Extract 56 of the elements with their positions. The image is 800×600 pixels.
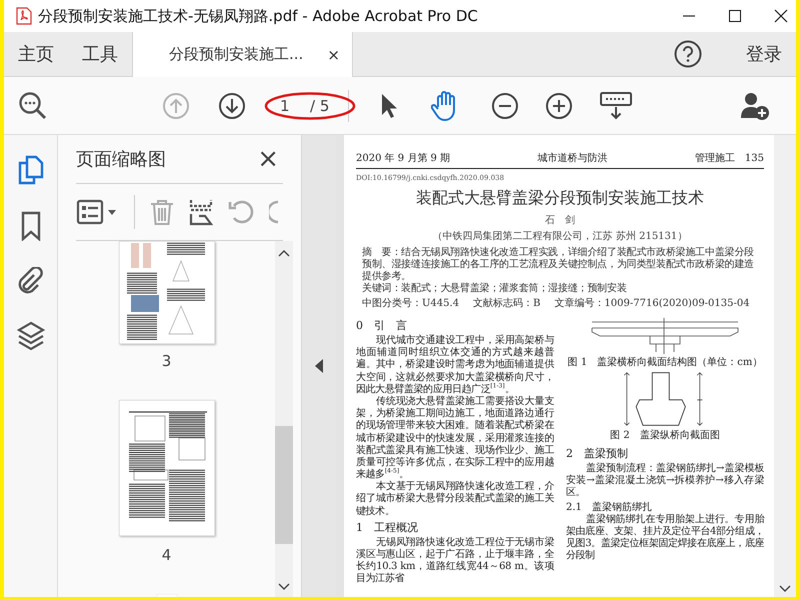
add-user-icon[interactable] — [740, 90, 770, 120]
page-number-field[interactable]: 1 — [280, 96, 302, 114]
paragraph: 盖梁预制流程：盖梁钢筋绑扎→盖梁模板安装→盖梁混凝土浇筑→拆模养护→移入存梁区。 — [566, 463, 764, 500]
zoom-in-icon[interactable] — [545, 92, 573, 120]
abstract-text: 摘 要：结合无锡凤翔路快速化改造工程实践，详细介绍了装配式市政桥梁施工中盖梁分段预制、湿接缝连接施工的各工序的工艺流程及关键控制点，为同类型装配式市政桥梁的建造提供参考。 — [361, 247, 756, 282]
bookmark-icon[interactable] — [20, 211, 42, 241]
section-heading: 2 盖梁预制 — [566, 446, 629, 461]
pages-icon[interactable] — [18, 155, 44, 185]
article-title: 装配式大悬臂盖梁分段预制安装施工技术 — [415, 188, 705, 209]
zoom-out-icon[interactable] — [491, 92, 519, 120]
insert-page-icon[interactable] — [189, 198, 213, 226]
paragraph: 传统现浇大悬臂盖梁施工需要搭设大量支架，为桥梁施工期间边施工，地面道路边通行的现场管理带来较大困难。随着装配式桥梁在城市桥梁建设中的快速发展，采用灌浆连接的装配式盖梁具有施工快速、现场作业少、施工质量可控等许多优点，在实际工程中的应用越来越多$^{[4-5]}$。 — [356, 396, 554, 480]
tab[interactable]: 工具 — [68, 32, 132, 76]
paragraph: 盖梁钢筋绑扎在专用胎架上进行。专用胎架由底座、支架、挂片及定位平台4部分组成，见图3。盖梁定位框架固定焊接在底座上，底座分段制 — [566, 514, 764, 562]
maximize-icon[interactable] — [728, 9, 742, 23]
keywords-text: 关键词：装配式；大悬臂盖梁；灌浆套筒；湿接缝；预制安装 — [361, 283, 628, 295]
keyboard-icon[interactable] — [599, 90, 633, 120]
figure-caption: 图 1 盖梁横桥向截面结构图（单位：cm） — [568, 356, 762, 369]
panel-title: 页面缩略图 — [76, 148, 166, 171]
layers-icon[interactable] — [16, 321, 44, 351]
search-icon[interactable] — [18, 90, 48, 120]
figure-caption: 图 2 盖梁纵桥向截面图 — [610, 428, 720, 442]
paragraph: 现代城市交通建设工程中，采用高架桥与地面辅道同时组织立体交通的方式越来越普遍。其中，桥梁建设时需考虑为地面辅道提供大空间，这就必然要求加大盖梁横桥向尺寸，因此大悬臂盖梁的应用日趋广泛$^{[1-3]}$。 — [356, 335, 554, 396]
collapse-arrow-icon[interactable] — [315, 359, 323, 373]
window-title: 分段预制安装施工技术-无锡凤翔路.pdf - Adobe Acrobat Pro DC — [38, 6, 478, 26]
section-heading: 0 引 言 — [356, 318, 408, 333]
sign-in-button[interactable]: 登录 — [738, 32, 796, 76]
metadata-text: 文章编号：1009-7716(2020)09-0135-04 — [554, 296, 750, 310]
scroll-down-icon[interactable] — [278, 583, 290, 591]
section-heading: 1 工程概况 — [356, 520, 419, 535]
scrollbar[interactable] — [774, 135, 796, 597]
subsection-heading: 2.1 盖梁钢筋绑扎 — [566, 500, 653, 514]
close-button[interactable]: × — [253, 144, 283, 174]
paragraph: 无锡凤翔路快速化改造工程位于无锡市梁溪区与惠山区，起于广石路，止于堰丰路，全长约10.3 km，道路红线宽44～68 m。该项目为江苏省 — [356, 536, 554, 586]
tab[interactable]: 分段预制安装施工... × — [132, 32, 353, 77]
paragraph: 本文基于无锡凤翔路快速化改造工程，介绍了城市桥梁大悬臂分段装配式盖梁的施工关键技术。 — [356, 481, 554, 518]
help-icon[interactable] — [674, 40, 702, 68]
author-name: 石 剑 — [544, 214, 576, 227]
affiliation-text: （中铁四局集团第二工程有限公司，江苏 苏州 215131） — [432, 230, 688, 243]
page-number: 4 — [162, 546, 172, 564]
page-thumbnail[interactable] — [118, 241, 214, 344]
running-head: 管理施工 135 — [694, 152, 764, 165]
running-head: 2020 年 9 月第 9 期 — [356, 152, 450, 165]
page-count: / 5 — [310, 96, 330, 114]
metadata-text: 文献标志码：B — [473, 296, 540, 310]
scroll-down-icon[interactable] — [779, 585, 791, 593]
metadata-text: 中图分类号：U445.4 — [362, 296, 460, 310]
pdf-file-icon — [16, 7, 32, 25]
tab[interactable]: 主页 — [4, 32, 68, 76]
paperclip-icon[interactable] — [16, 267, 44, 295]
page-number: 3 — [162, 352, 172, 370]
scroll-up-icon[interactable] — [278, 249, 290, 257]
running-head: 城市道桥与防洪 — [537, 152, 608, 165]
scrollbar[interactable] — [275, 241, 293, 597]
page-thumbnail[interactable] — [118, 400, 214, 536]
close-icon[interactable] — [774, 9, 788, 23]
